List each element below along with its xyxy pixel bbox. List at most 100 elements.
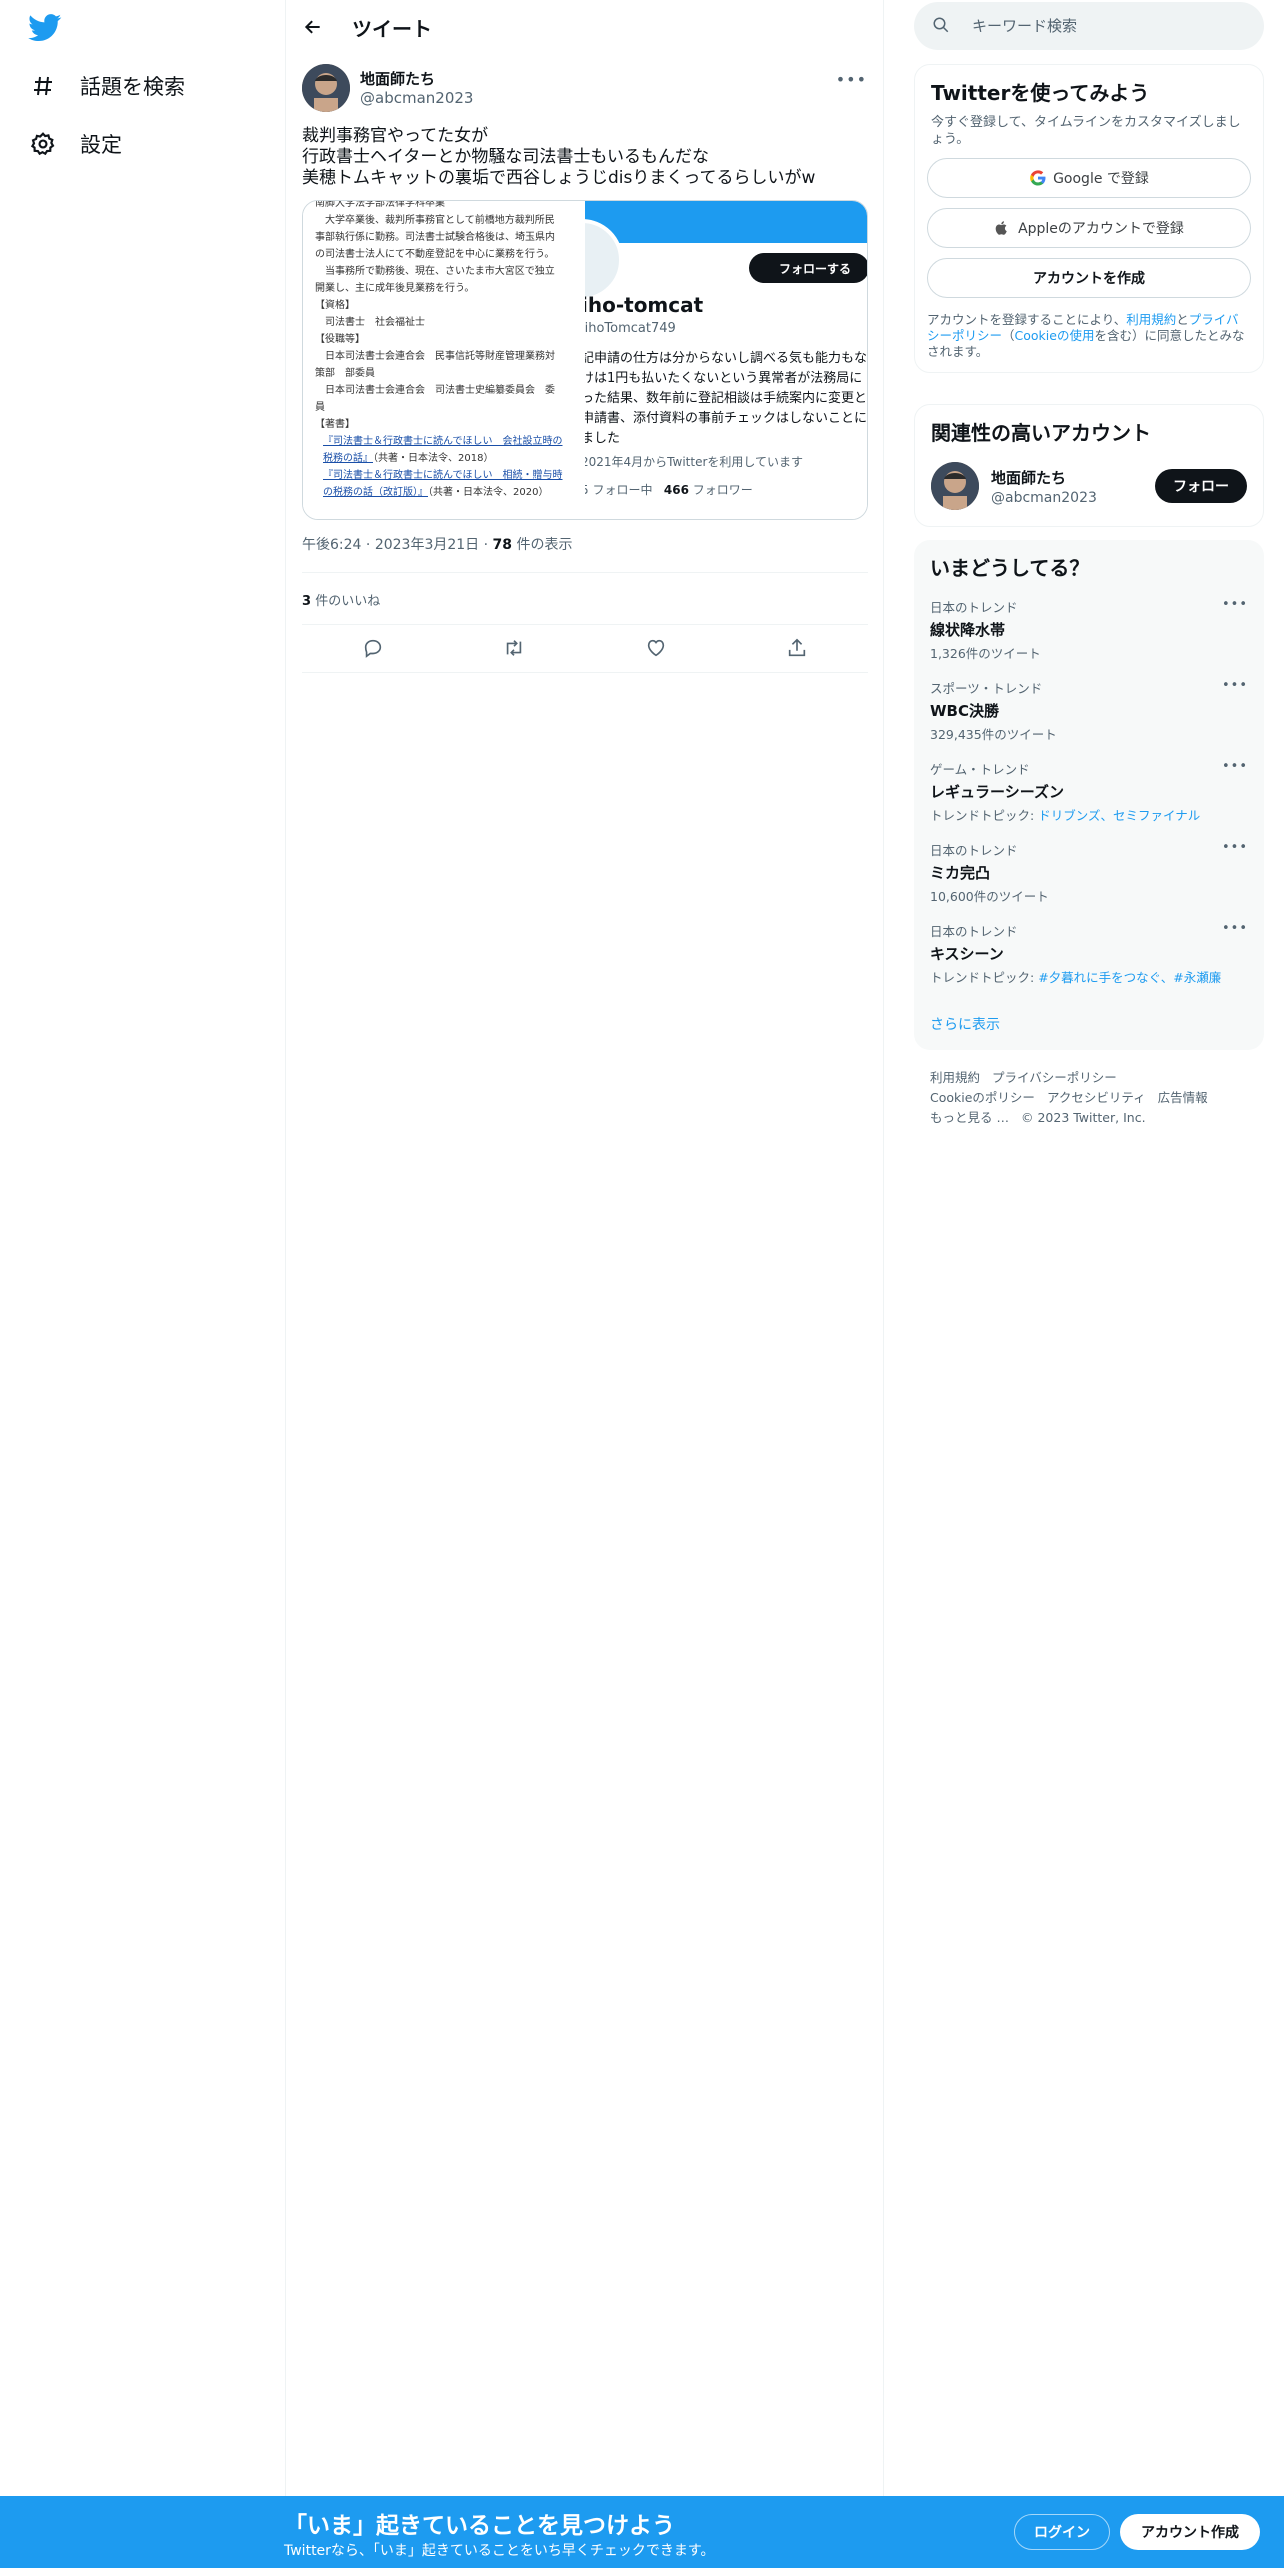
trend-category: スポーツ・トレンド	[930, 681, 1043, 696]
search-input[interactable]	[970, 16, 1230, 36]
gear-icon	[28, 129, 58, 159]
more-options-icon[interactable]: •••	[1222, 921, 1248, 936]
footer-link[interactable]: 広告情報	[1158, 1090, 1208, 1105]
tweet-likes[interactable]: 3 件のいいね	[302, 590, 380, 609]
footer-copyright: © 2023 Twitter, Inc.	[1020, 1110, 1146, 1125]
profile-followers-count: 466	[663, 483, 689, 497]
login-button[interactable]: ログイン	[1014, 2514, 1110, 2550]
left-sidebar: 話題を検索 設定	[0, 0, 286, 2568]
trend-name: ミカ完凸	[930, 864, 991, 882]
more-options-icon[interactable]: •••	[1222, 759, 1248, 774]
trend-topics-links[interactable]: ドリブンズ、セミファイナル	[1038, 808, 1200, 823]
tweet-author-avatar[interactable]	[302, 64, 350, 112]
doc-line: 【資格】	[315, 300, 355, 311]
twitter-logo-icon[interactable]	[28, 14, 62, 44]
doc-line: 開業し、主に成年後見業務を行う。	[315, 283, 475, 294]
signup-legal: アカウントを登録することにより、利用規約とプライバシーポリシー（Cookieの使…	[927, 312, 1251, 360]
page-header: ツイート	[286, 0, 884, 54]
apple-signup-label: Appleのアカウントで登録	[1018, 221, 1184, 237]
related-title: 関連性の高いアカウント	[931, 421, 1151, 445]
trend-category: ゲーム・トレンド	[930, 762, 1030, 777]
doc-line: 【役職等】	[315, 334, 365, 345]
doc-line: 日本司法書士会連合会 民事信託等財産管理業務対	[315, 351, 555, 362]
footer-link[interactable]: プライバシーポリシー	[992, 1070, 1117, 1085]
doc-line: 員	[315, 402, 325, 413]
trend-item[interactable]: 日本のトレンド ミカ完凸 10,600件のツイート •••	[930, 840, 1248, 905]
trend-item[interactable]: 日本のトレンド キスシーン トレンドトピック: #夕暮れに手をつなぐ、#永瀬廉 …	[930, 921, 1248, 986]
trend-topics: トレンドトピック: ドリブンズ、セミファイナル	[930, 805, 1248, 824]
reply-icon[interactable]	[360, 635, 386, 661]
signup-title: Twitterを使ってみよう	[931, 81, 1150, 105]
related-account-handle[interactable]: @abcman2023	[991, 490, 1155, 506]
trend-name: レギュラーシーズン	[930, 783, 1064, 801]
tweet-author-handle[interactable]: @abcman2023	[360, 89, 473, 107]
hashtag-icon	[28, 71, 58, 101]
google-signup-button[interactable]: Google で登録	[927, 158, 1251, 198]
footer-link[interactable]: Cookieのポリシー	[930, 1090, 1035, 1105]
doc-line: 大学卒業後、裁判所事務官として前橋地方裁判所民	[315, 215, 555, 226]
footer-link[interactable]: アクセシビリティ	[1047, 1090, 1146, 1105]
create-account-button[interactable]: アカウントを作成	[927, 258, 1251, 298]
nav-settings-label: 設定	[80, 133, 122, 157]
apple-icon	[994, 219, 1012, 237]
doc-line: 事部執行係に勤務。司法書士試験合格後は、埼玉県内	[315, 232, 555, 243]
footer-more-link[interactable]: もっと見る …	[930, 1110, 1009, 1125]
profile-bio: 記申請の仕方は分からないし調べる気も能力もな けは1円も払いたくないという異常者…	[585, 351, 867, 446]
tweet-views-count: 78	[492, 537, 513, 553]
terms-link[interactable]: 利用規約	[1126, 312, 1176, 327]
signup-card: Twitterを使ってみよう 今すぐ登録して、タイムラインをカスタマイズしましょ…	[914, 64, 1264, 373]
show-more-link[interactable]: さらに表示	[930, 1014, 1248, 1034]
follow-button[interactable]: フォロー	[1155, 469, 1247, 503]
bottom-signup-bar: 「いま」起きていることを見つけよう Twitterなら、「いま」起きていることを…	[0, 2496, 1284, 2568]
tweet-media[interactable]: 南脚大学法学部法律学科卒業 大学卒業後、裁判所事務官として前橋地方裁判所民 事部…	[302, 200, 868, 520]
nav-settings[interactable]: 設定	[28, 124, 122, 164]
trend-topics-links[interactable]: #夕暮れに手をつなぐ、#永瀬廉	[1038, 970, 1221, 985]
bottom-bar-title: 「いま」起きていることを見つけよう	[284, 2513, 675, 2539]
more-options-icon[interactable]: •••	[836, 70, 867, 89]
tweet-views-label: 件の表示	[516, 537, 573, 553]
search-box[interactable]	[914, 2, 1264, 50]
doc-line: 策部 部委員	[315, 368, 375, 379]
retweet-icon[interactable]	[501, 635, 527, 661]
related-account-row[interactable]: 地面師たち @abcman2023 フォロー	[931, 462, 1247, 510]
trend-item[interactable]: ゲーム・トレンド レギュラーシーズン トレンドトピック: ドリブンズ、セミファイ…	[930, 759, 1248, 824]
related-account-name[interactable]: 地面師たち	[991, 467, 1155, 488]
google-icon	[1029, 169, 1047, 187]
signup-button[interactable]: アカウント作成	[1120, 2514, 1260, 2550]
more-options-icon[interactable]: •••	[1222, 597, 1248, 612]
trend-count: 1,326件のツイート	[930, 646, 1041, 661]
tweet-text: 裁判事務官やってた女が 行政書士ヘイターとか物騒な司法書士もいるもんだな 美穂ト…	[302, 126, 816, 188]
trend-item[interactable]: 日本のトレンド 線状降水帯 1,326件のツイート •••	[930, 597, 1248, 662]
doc-book-2-note: （共著・日本法令、2020）	[428, 487, 549, 498]
signup-subtitle: 今すぐ登録して、タイムラインをカスタマイズしましょう。	[931, 115, 1241, 147]
more-options-icon[interactable]: •••	[1222, 840, 1248, 855]
trend-count: 329,435件のツイート	[930, 727, 1057, 742]
cookie-link[interactable]: Cookieの使用	[1015, 328, 1095, 343]
back-arrow-icon[interactable]	[298, 12, 328, 42]
media-image-profile-document[interactable]: 南脚大学法学部法律学科卒業 大学卒業後、裁判所事務官として前橋地方裁判所民 事部…	[303, 201, 585, 519]
tweet-actions	[302, 630, 868, 666]
search-icon	[932, 16, 952, 36]
doc-book-1: 『司法書士＆行政書士に読んでほしい 会社設立時の税務の話』（共著・日本法令、20…	[315, 433, 571, 467]
like-icon[interactable]	[643, 635, 669, 661]
tweet-time[interactable]: 午後6:24	[302, 537, 361, 553]
tweet-author-name[interactable]: 地面師たち	[360, 68, 435, 89]
footer-link[interactable]: 利用規約	[930, 1070, 980, 1085]
doc-line: 日本司法書士会連合会 司法書士史編纂委員会 委	[315, 385, 555, 396]
main-column: ツイート 地面師たち @abcman2023 ••• 裁判事務官やってた女が 行…	[286, 0, 884, 2568]
trend-item[interactable]: スポーツ・トレンド WBC決勝 329,435件のツイート •••	[930, 678, 1248, 743]
apple-signup-button[interactable]: Appleのアカウントで登録	[927, 208, 1251, 248]
more-options-icon[interactable]: •••	[1222, 678, 1248, 693]
tweet-date[interactable]: 2023年3月21日	[375, 537, 479, 553]
media-image-twitter-profile[interactable]: フォローする iho-tomcat lihoTomcat749 記申請の仕方は分…	[585, 201, 867, 519]
related-account-avatar[interactable]	[931, 462, 979, 510]
google-signup-label: Google で登録	[1053, 171, 1149, 187]
trend-category: 日本のトレンド	[930, 600, 1018, 615]
nav-explore[interactable]: 話題を検索	[28, 66, 185, 106]
page-title: ツイート	[352, 16, 432, 41]
related-account-info: 地面師たち @abcman2023	[991, 467, 1155, 506]
share-icon[interactable]	[784, 635, 810, 661]
trend-topics-prefix: トレンドトピック:	[930, 970, 1039, 985]
tweet-meta: 午後6:24 · 2023年3月21日 · 78 件の表示	[302, 537, 573, 553]
profile-followers-label: フォロワー	[692, 483, 753, 497]
